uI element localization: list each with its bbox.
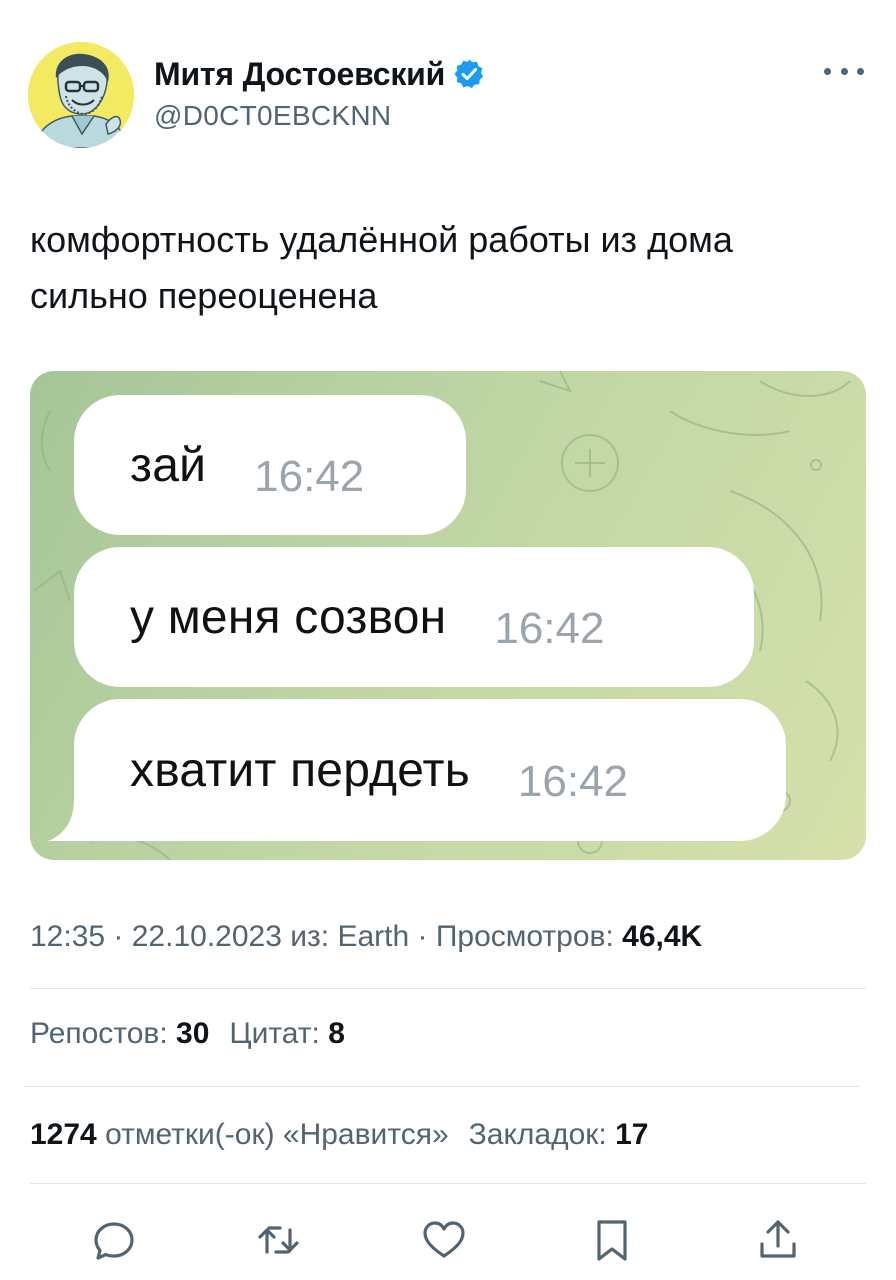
bookmarks-link[interactable]: Закладок: 17 xyxy=(469,1118,649,1151)
quotes-count: 8 xyxy=(328,1017,345,1050)
reply-icon xyxy=(94,1222,134,1260)
chat-message-text: зай xyxy=(130,438,207,492)
chat-message-time: 16:42 xyxy=(517,757,629,806)
views-count: 46,4K xyxy=(622,920,703,953)
like-button[interactable] xyxy=(414,1210,474,1270)
reposts-link[interactable]: Репостов: 30 xyxy=(30,1017,209,1050)
divider xyxy=(24,1086,860,1087)
display-name[interactable]: Митя Достоевский xyxy=(154,56,445,93)
like-icon xyxy=(423,1221,465,1258)
tweet-page: Митя Достоевский @D0CT0EBCKNN комфортнос… xyxy=(0,0,896,1280)
reposts-count: 30 xyxy=(176,1017,210,1050)
chat-bubble: зай 16:42 xyxy=(74,395,466,535)
meta-separator: · xyxy=(409,920,436,953)
likes-count: 1274 xyxy=(30,1118,97,1151)
divider xyxy=(30,988,866,989)
share-icon xyxy=(760,1220,796,1258)
likes-bookmarks-row: 1274 отметки(-ок) «Нравится» Закладок: 17 xyxy=(30,1118,648,1152)
tweet-text: комфортность удалённой работы из дома си… xyxy=(30,212,860,324)
chat-message-time: 16:42 xyxy=(254,452,365,501)
repost-button[interactable] xyxy=(248,1210,308,1270)
more-dot xyxy=(857,67,864,75)
author-handle[interactable]: @D0CT0EBCKNN xyxy=(154,100,391,132)
likes-link[interactable]: 1274 отметки(-ок) «Нравится» xyxy=(30,1118,449,1151)
likes-label: отметки(-ок) «Нравится» xyxy=(96,1118,449,1151)
tweet-text-line: сильно переоценена xyxy=(30,275,378,316)
verified-badge-icon[interactable] xyxy=(453,58,485,90)
tweet-text-line: комфортность удалённой работы из дома xyxy=(30,219,733,260)
divider xyxy=(30,1183,866,1184)
tweet-meta: 12:35 · 22.10.2023 из: Earth · Просмотро… xyxy=(30,920,702,954)
quotes-link[interactable]: Цитат: 8 xyxy=(229,1017,344,1050)
tweet-source: Earth xyxy=(337,920,410,953)
more-dot xyxy=(824,67,831,75)
chat-message-time: 16:42 xyxy=(494,604,605,653)
chat-bubble: у меня созвон 16:42 xyxy=(74,547,754,687)
bookmarks-label: Закладок: xyxy=(468,1118,616,1151)
bookmark-icon xyxy=(597,1220,627,1261)
chat-message-text: хватит пердеть xyxy=(130,743,470,797)
meta-separator: · xyxy=(105,920,132,953)
quotes-label: Цитат: xyxy=(229,1017,329,1050)
author-name-row[interactable]: Митя Достоевский xyxy=(154,54,485,94)
tweet-media-image[interactable]: зай 16:42 у меня созвон 16:42 хватит пер… xyxy=(30,371,866,860)
tweet-date[interactable]: 22.10.2023 xyxy=(132,920,282,953)
share-button[interactable] xyxy=(748,1210,808,1270)
views-label: Просмотров: xyxy=(435,920,623,953)
action-bar xyxy=(0,1210,896,1270)
more-dot xyxy=(840,67,848,75)
reply-button[interactable] xyxy=(84,1210,144,1270)
bookmarks-count: 17 xyxy=(615,1118,649,1151)
repost-icon xyxy=(258,1226,299,1254)
bookmark-button[interactable] xyxy=(582,1210,642,1270)
avatar[interactable] xyxy=(28,42,134,148)
tweet-time[interactable]: 12:35 xyxy=(30,920,105,953)
more-options-icon[interactable] xyxy=(824,56,864,86)
engagement-stats-row: Репостов: 30 Цитат: 8 xyxy=(30,1017,345,1051)
source-prefix: из: xyxy=(281,920,338,953)
chat-message-text: у меня созвон xyxy=(130,590,447,644)
avatar-icon xyxy=(28,42,134,148)
chat-bubble: хватит пердеть 16:42 xyxy=(74,699,786,841)
reposts-label: Репостов: xyxy=(30,1017,177,1050)
